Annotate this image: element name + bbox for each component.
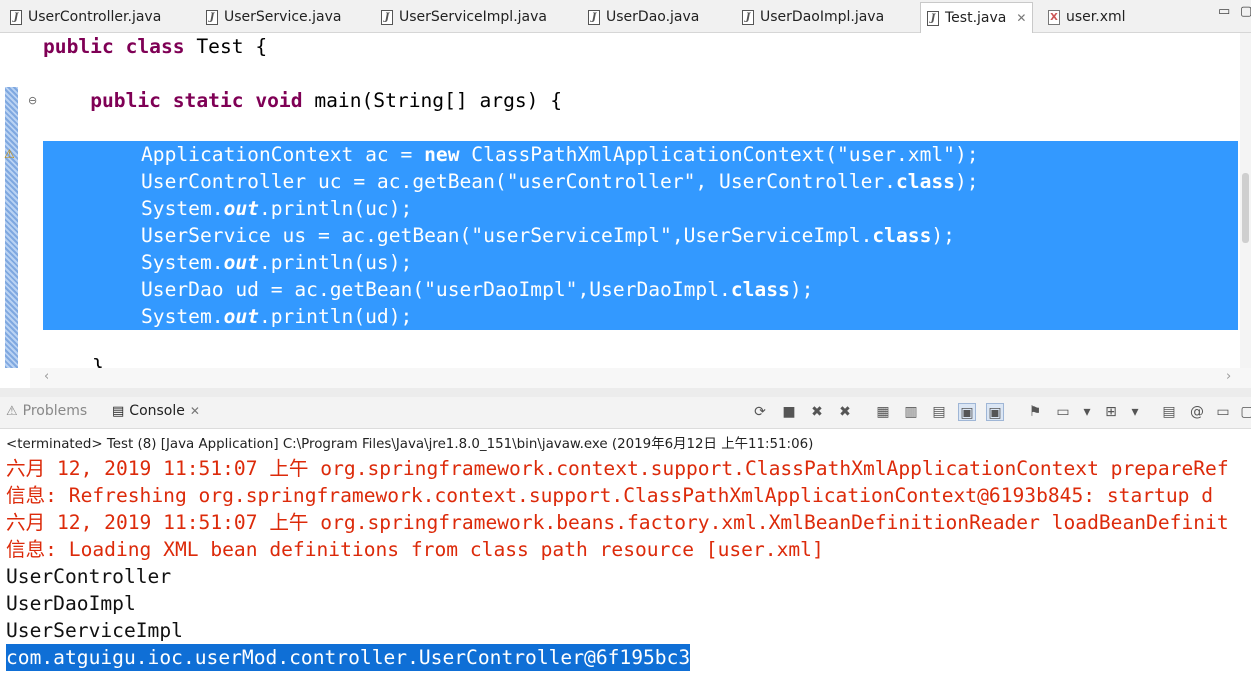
console-line: UserDaoImpl [6, 592, 136, 615]
minimize-icon[interactable]: ▭ [1218, 4, 1230, 19]
remove-launch-icon[interactable]: ⟳ [751, 403, 769, 421]
console-line-selected: com.atguigu.ioc.userMod.controller.UserC… [6, 644, 691, 671]
tab-label: user.xml [1066, 9, 1126, 25]
close-tab-icon[interactable]: ✕ [1016, 11, 1026, 25]
console-line: UserServiceImpl [6, 619, 183, 642]
console-line: 信息: Refreshing org.springframework.conte… [6, 484, 1214, 507]
code-line: public static void main(String[] args) { [90, 89, 563, 112]
code-line: ApplicationContext ac = new ClassPathXml… [141, 143, 979, 166]
code-line: UserService us = ac.getBean("userService… [141, 224, 955, 247]
tab-label: Problems [22, 403, 88, 419]
editor-tab-bar: J UserController.java J UserService.java… [0, 0, 1251, 33]
code-line: System.out.println(uc); [141, 197, 413, 220]
tab-userserviceimpl-java[interactable]: J UserServiceImpl.java [375, 3, 553, 31]
close-tab-icon[interactable]: ✕ [190, 404, 200, 418]
code-line: } [92, 355, 104, 368]
tab-label: UserServiceImpl.java [399, 9, 547, 25]
remove-terminated-icon[interactable]: ✖ [836, 403, 854, 421]
console-line: 六月 12, 2019 11:51:07 上午 org.springframew… [6, 457, 1229, 480]
tab-label: UserService.java [224, 9, 342, 25]
tab-usercontroller-java[interactable]: J UserController.java [4, 3, 167, 31]
java-file-icon: J [381, 9, 393, 25]
maximize-icon[interactable]: ▢ [1240, 4, 1251, 19]
console-line: 信息: Loading XML bean definitions from cl… [6, 538, 824, 561]
tab-label: UserDaoImpl.java [760, 9, 885, 25]
tab-problems[interactable]: ⚠ Problems [6, 403, 87, 419]
code-line: System.out.println(us); [141, 251, 413, 274]
java-file-icon: J [927, 10, 939, 26]
scroll-left-icon[interactable]: ‹ [44, 369, 49, 384]
tab-user-xml[interactable]: X user.xml [1042, 3, 1132, 31]
scrollbar-thumb[interactable] [1242, 173, 1249, 243]
terminate-icon[interactable]: ■ [780, 403, 798, 421]
editor-vertical-scrollbar[interactable] [1240, 33, 1251, 368]
remove-all-terminated-icon[interactable]: ✖ [808, 403, 826, 421]
maximize-view-icon[interactable]: ▢ [1238, 403, 1251, 421]
display-console-icon[interactable]: ▭ [1054, 403, 1072, 421]
word-wrap-icon[interactable]: ▤ [930, 403, 948, 421]
tab-userdao-java[interactable]: J UserDao.java [582, 3, 705, 31]
scroll-right-icon[interactable]: › [1226, 369, 1231, 384]
fold-toggle-icon[interactable]: ⊖ [28, 94, 38, 107]
minimize-view-icon[interactable]: ▭ [1214, 403, 1232, 421]
view-menu-icon[interactable]: ▤ [1160, 403, 1178, 421]
chevron-down-icon[interactable]: ▾ [1078, 403, 1096, 421]
tab-label: Test.java [945, 10, 1007, 26]
console-icon: ▤ [112, 403, 125, 419]
xml-file-icon: X [1048, 9, 1060, 25]
tab-label: UserDao.java [606, 9, 700, 25]
console-line: 六月 12, 2019 11:51:07 上午 org.springframew… [6, 511, 1229, 534]
warning-marker-icon[interactable]: ⚠ [4, 147, 18, 161]
problems-icon: ⚠ [6, 403, 18, 419]
change-ruler [5, 87, 18, 368]
code-line: public class Test { [43, 35, 268, 58]
show-on-stdout-icon[interactable]: ▣ [958, 403, 976, 421]
tab-label: Console [129, 403, 185, 419]
code-line: UserDao ud = ac.getBean("userDaoImpl",Us… [141, 278, 814, 301]
editor-horizontal-scrollbar[interactable]: ‹ › [30, 368, 1251, 388]
tab-label: UserController.java [28, 9, 162, 25]
tab-console[interactable]: ▤ Console ✕ [112, 403, 200, 419]
java-file-icon: J [588, 9, 600, 25]
console-status: <terminated> Test (8) [Java Application]… [6, 437, 814, 452]
tab-userdaoimpl-java[interactable]: J UserDaoImpl.java [736, 3, 890, 31]
pin-console-icon[interactable]: ⚑ [1026, 403, 1044, 421]
console-line: UserController [6, 565, 172, 588]
tab-userservice-java[interactable]: J UserService.java [200, 3, 347, 31]
clear-console-icon[interactable]: ▦ [874, 403, 892, 421]
code-line: UserController uc = ac.getBean("userCont… [141, 170, 979, 193]
code-editor[interactable]: ⊖ ⚠ public class Test { public static vo… [0, 33, 1240, 368]
open-console-icon[interactable]: ⊞ [1102, 403, 1120, 421]
java-file-icon: J [206, 9, 218, 25]
at-sign-icon[interactable]: @ [1188, 403, 1206, 421]
tab-test-java[interactable]: J Test.java ✕ [920, 2, 1034, 33]
scroll-lock-icon[interactable]: ▥ [902, 403, 920, 421]
view-tab-bar: ⚠ Problems ▤ Console ✕ ⟳ ■ ✖ ✖ ▦ ▥ ▤ ▣ ▣… [0, 397, 1251, 429]
java-file-icon: J [742, 9, 754, 25]
view-divider[interactable] [0, 388, 1251, 397]
java-file-icon: J [10, 9, 22, 25]
show-on-stderr-icon[interactable]: ▣ [986, 403, 1004, 421]
chevron-down-icon[interactable]: ▾ [1126, 403, 1144, 421]
code-line: System.out.println(ud); [141, 305, 413, 328]
